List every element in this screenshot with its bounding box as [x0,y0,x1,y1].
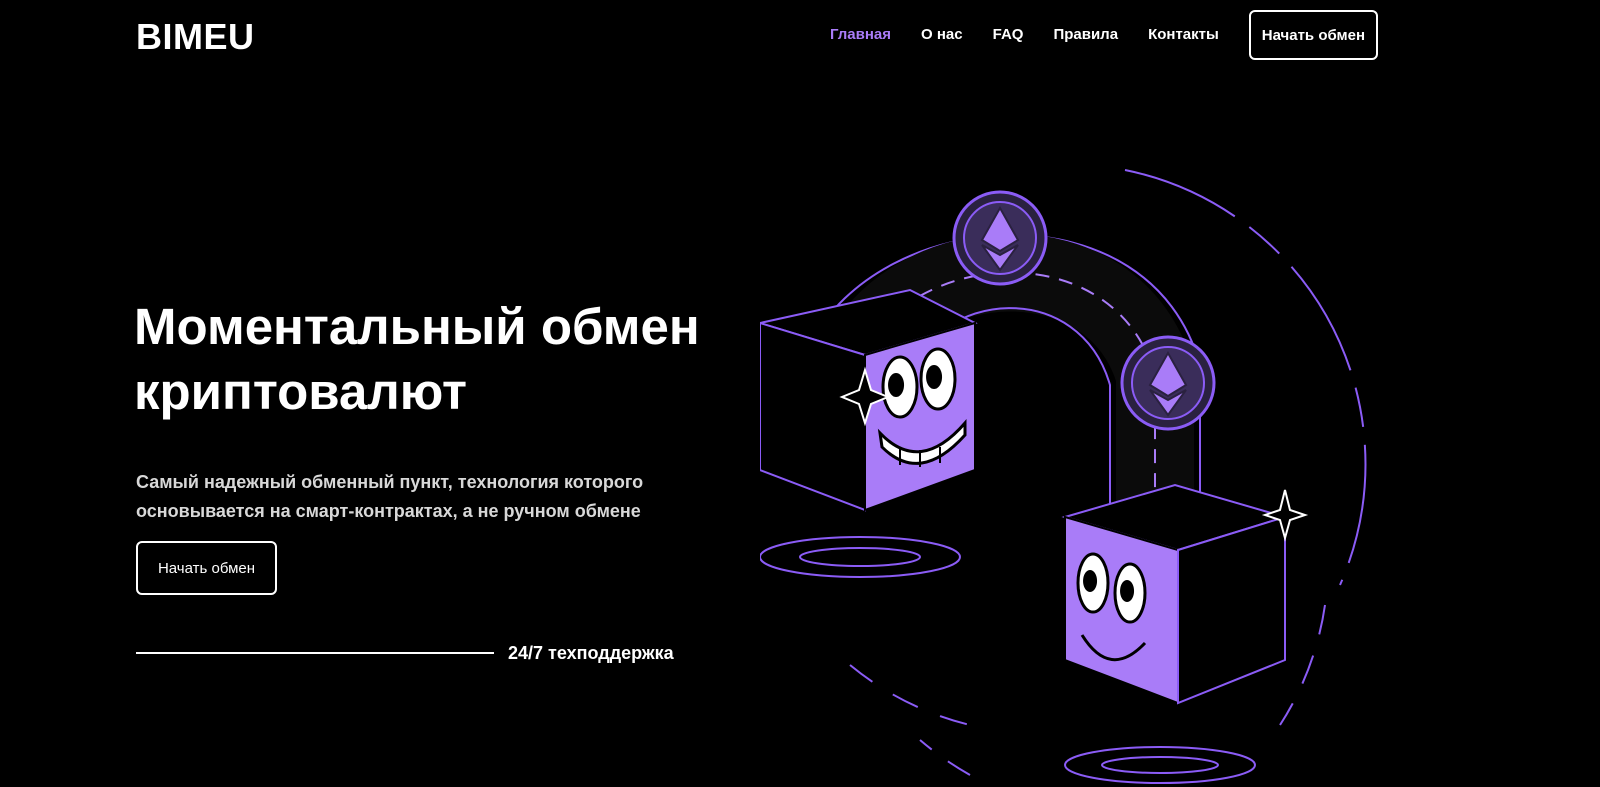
right-floor-ring-inner [1101,756,1219,774]
nav-item-contacts[interactable]: Контакты [1148,25,1219,45]
left-floor-ring-inner [799,547,921,567]
logo[interactable]: BIMEU [136,14,255,60]
hero-subtitle-line-1: Самый надежный обменный пункт, технологи… [136,472,644,492]
hero-subtitle-line-2: основывается на смарт-контрактах, а не р… [136,501,641,521]
left-smiling-cube [760,288,978,512]
right-floor-ring-outer [1064,746,1256,784]
nav-item-about[interactable]: О нас [921,25,963,45]
right-smiling-cube [1061,483,1309,705]
orbit-arc-dashes-bottom [919,739,971,776]
support-text: 24/7 техподдержка [508,643,674,663]
orbit-arc-dashes-left [849,664,971,726]
header-start-exchange-button[interactable]: Начать обмен [1248,10,1378,60]
ethereum-coin-icon [952,190,1048,286]
main-nav: Главная О нас FAQ Правила Контакты Начат… [800,8,1378,62]
hero-title: Моментальный обмен криптовалют [134,294,774,424]
left-floor-ring-outer [760,536,961,578]
exchange-illustration [760,169,1367,784]
hero-title-line-1: Моментальный обмен [134,298,700,355]
hero-subtitle: Самый надежный обменный пункт, технологи… [136,468,696,526]
support-divider [136,652,494,654]
ethereum-coin-icon [1120,335,1216,431]
hero-start-exchange-button[interactable]: Начать обмен [136,541,277,595]
hero-title-line-2: криптовалют [134,363,467,420]
nav-item-rules[interactable]: Правила [1053,25,1118,45]
landing-page: BIMEU Главная О нас FAQ Правила Контакты… [0,0,1600,787]
orbit-arc-dashes-lower [1279,604,1326,726]
nav-item-home[interactable]: Главная [830,25,891,45]
nav-item-faq[interactable]: FAQ [993,25,1024,45]
